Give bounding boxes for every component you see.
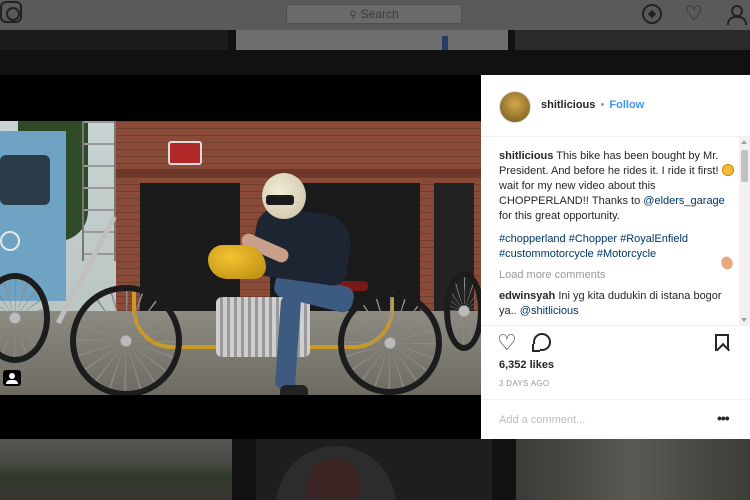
- comments-list[interactable]: shitlicious This bike has been bought by…: [481, 137, 739, 325]
- caption-text-4: for this great opportunity.: [499, 210, 620, 222]
- hashtags: #chopperland #Chopper #RoyalEnfield #cus…: [499, 232, 739, 262]
- more-options-icon[interactable]: •••: [717, 410, 730, 426]
- vw-logo-icon: [0, 231, 20, 251]
- comment-bubble-icon[interactable]: [533, 333, 551, 351]
- follow-button[interactable]: Follow: [609, 99, 644, 111]
- avatar[interactable]: [499, 91, 531, 123]
- search-icon: ⚲: [349, 10, 357, 21]
- add-comment-bar: •••: [481, 399, 750, 439]
- garage-sign-logo: [168, 141, 202, 165]
- person-icon[interactable]: [726, 4, 747, 25]
- compass-icon[interactable]: [642, 4, 662, 24]
- instagram-logo-icon[interactable]: [0, 1, 22, 23]
- background-thumbnail: [516, 438, 750, 500]
- scroll-down-arrow-icon[interactable]: [741, 318, 747, 322]
- caption-mention[interactable]: @elders_garage: [643, 195, 725, 207]
- hashtag-link[interactable]: #chopperland: [499, 233, 566, 245]
- top-navigation-bar: ⚲ Search ♡: [0, 0, 750, 30]
- post-photo[interactable]: [0, 75, 481, 439]
- separator-dot: •: [600, 99, 605, 111]
- hashtag-link[interactable]: #Motorcycle: [597, 248, 656, 260]
- post-actions: ♡: [481, 325, 750, 355]
- comment-mention[interactable]: @shitlicious: [520, 305, 579, 317]
- heart-icon[interactable]: ♡: [684, 4, 704, 24]
- user-tag-icon[interactable]: [3, 370, 21, 386]
- scrollbar-thumb[interactable]: [741, 150, 748, 182]
- motorcycle-photo: [0, 121, 481, 395]
- background-thumbnail: [236, 30, 508, 50]
- post-caption: shitlicious This bike has been bought by…: [499, 149, 739, 271]
- like-heart-icon[interactable]: ♡: [497, 332, 519, 354]
- bookmark-icon[interactable]: [715, 334, 729, 351]
- background-thumbnail: [0, 438, 232, 500]
- hashtag-link[interactable]: #Chopper: [569, 233, 617, 245]
- hashtag-link[interactable]: #RoyalEnfield: [620, 233, 688, 245]
- caption-username[interactable]: shitlicious: [499, 150, 553, 162]
- list-item: edwinsyah Ini yg kita dudukin di istana …: [499, 289, 739, 319]
- comments-scrollbar[interactable]: [739, 137, 750, 325]
- background-thumbnail: [0, 30, 228, 50]
- post-timestamp: 3 DAYS AGO: [499, 379, 550, 388]
- post-header: shitlicious • Follow: [481, 75, 750, 137]
- background-thumbnail: [515, 30, 750, 50]
- scroll-up-arrow-icon[interactable]: [741, 140, 747, 144]
- search-box[interactable]: ⚲ Search: [286, 4, 462, 24]
- hashtag-link[interactable]: #custommotorcycle: [499, 248, 594, 260]
- header-text: shitlicious • Follow: [541, 99, 644, 111]
- comment-username[interactable]: edwinsyah: [499, 290, 555, 302]
- background-thumbnail: [256, 438, 492, 500]
- smiling-emoji-icon: [721, 164, 734, 176]
- load-more-comments-button[interactable]: Load more comments: [499, 268, 739, 283]
- caption-text-3: Thanks to: [591, 195, 641, 207]
- post-side-panel: shitlicious • Follow shitlicious This bi…: [481, 75, 750, 439]
- likes-count[interactable]: 6,352 likes: [499, 359, 554, 371]
- post-username[interactable]: shitlicious: [541, 99, 595, 111]
- search-placeholder: Search: [360, 7, 399, 21]
- add-comment-input[interactable]: [499, 412, 699, 428]
